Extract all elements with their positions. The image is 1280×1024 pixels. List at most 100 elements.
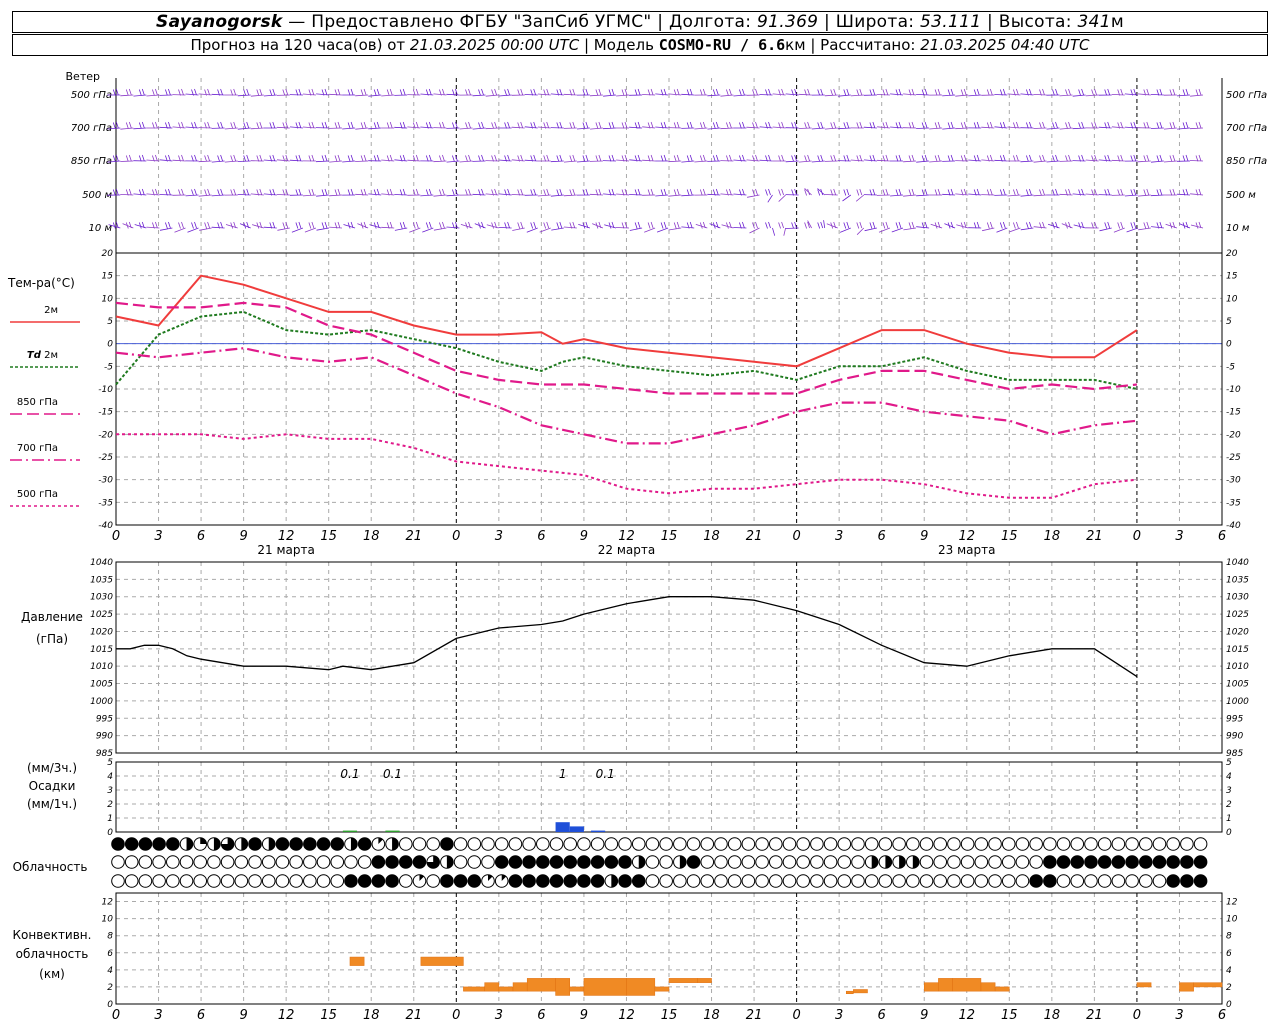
wind-barb bbox=[211, 154, 225, 163]
temp-xtick: 21 bbox=[746, 529, 763, 544]
cloud-cell bbox=[371, 837, 386, 851]
wind-barb bbox=[224, 188, 238, 196]
cloud-cell bbox=[892, 874, 906, 888]
wind-barb bbox=[368, 188, 382, 196]
wind-level-right: 500 гПа bbox=[1226, 90, 1267, 101]
cloud-cell bbox=[522, 837, 536, 851]
cloud-cell bbox=[344, 874, 358, 888]
wind-barb bbox=[863, 154, 877, 162]
wind-barb bbox=[1046, 121, 1060, 130]
wind-barb bbox=[576, 154, 590, 163]
wind-barb bbox=[474, 221, 486, 229]
temp-ytick-right: -30 bbox=[1226, 476, 1241, 486]
wind-barb bbox=[172, 121, 186, 129]
wind-barb bbox=[199, 221, 212, 231]
wind-barb bbox=[589, 188, 603, 196]
wind-barb bbox=[944, 221, 956, 229]
cloud-cell bbox=[166, 855, 180, 869]
cloud-cell bbox=[645, 874, 660, 888]
wind-barb bbox=[120, 88, 134, 97]
conv-cloud-bar bbox=[583, 978, 627, 996]
model-name: COSMO-RU / 6.6 bbox=[658, 36, 786, 54]
wind-barb bbox=[211, 121, 225, 129]
wind-barb bbox=[955, 88, 969, 97]
wind-barb bbox=[420, 154, 434, 162]
wind-barb bbox=[512, 221, 525, 231]
wind-barb bbox=[185, 88, 199, 96]
cloud-cell bbox=[481, 855, 495, 869]
wind-barb bbox=[211, 88, 225, 96]
temp-ytick-right: -20 bbox=[1226, 430, 1241, 440]
temp-ytick-right: 0 bbox=[1226, 340, 1232, 350]
conv-frame bbox=[115, 892, 1223, 1005]
cloud-cell bbox=[837, 874, 852, 888]
wind-barb bbox=[369, 221, 382, 229]
temp-xtick: 6 bbox=[197, 529, 205, 544]
temp-xtick: 0 bbox=[1133, 529, 1141, 544]
cloud-cell bbox=[1097, 837, 1112, 851]
cloud-cell bbox=[974, 837, 989, 851]
cloud-cell bbox=[906, 874, 920, 888]
wind-barb bbox=[563, 221, 577, 229]
press-ytick-left: 1035 bbox=[90, 575, 113, 585]
wind-barb bbox=[968, 88, 982, 97]
header-sep: | bbox=[651, 12, 669, 32]
wind-barb bbox=[785, 221, 799, 229]
cloud-cell bbox=[385, 837, 399, 851]
wind-barb bbox=[1047, 221, 1060, 229]
temp-xtick: 3 bbox=[154, 529, 162, 544]
conv-xtick: 3 bbox=[495, 1008, 503, 1023]
wind-barb bbox=[420, 121, 434, 129]
wind-barb bbox=[804, 188, 812, 196]
wind-barb bbox=[381, 88, 395, 97]
wind-barb bbox=[759, 154, 773, 162]
wind-barb bbox=[942, 154, 956, 162]
wind-barb bbox=[355, 88, 369, 97]
wind-barb bbox=[120, 154, 134, 162]
wind-barb bbox=[956, 221, 969, 229]
cloud-cell bbox=[673, 855, 687, 869]
press-frame bbox=[115, 561, 1223, 754]
wind-barb bbox=[968, 188, 982, 196]
temp-xtick: 9 bbox=[920, 529, 928, 544]
wind-barb bbox=[563, 188, 577, 197]
conv-xtick: 12 bbox=[618, 1008, 635, 1023]
wind-barb bbox=[720, 188, 734, 196]
temp-ytick-right: -5 bbox=[1226, 362, 1235, 372]
wind-barb bbox=[656, 221, 669, 233]
wind-barb bbox=[602, 121, 617, 130]
conv-ytick-left: 4 bbox=[107, 966, 113, 976]
cloud-cell bbox=[933, 874, 948, 888]
cloud-cell bbox=[1111, 874, 1126, 888]
cloud-cell bbox=[960, 855, 975, 869]
press-ytick-right: 990 bbox=[1226, 732, 1243, 742]
cloud-cell bbox=[768, 855, 783, 869]
cloud-cell bbox=[207, 837, 221, 851]
wind-barb bbox=[837, 154, 851, 162]
cloud-cell bbox=[357, 837, 372, 851]
cloud-cell bbox=[988, 837, 1002, 851]
cloud-cell bbox=[193, 874, 208, 888]
wind-barb bbox=[277, 221, 290, 231]
cloud-cell-fill bbox=[186, 837, 193, 851]
wind-barb bbox=[1138, 221, 1151, 231]
temp-ytick-left: -20 bbox=[98, 430, 113, 440]
wind-barb bbox=[1124, 154, 1138, 162]
wind-barb bbox=[1059, 154, 1073, 162]
wind-barb bbox=[1073, 221, 1086, 229]
precipitation-panel: 5 5 4 4 3 3 2 2 1 1 0 0 0.1 0.1 1 0.1 (мм/3ч.) Осадки (мм/… bbox=[27, 758, 1232, 838]
cloud-cell bbox=[1084, 874, 1098, 888]
conv-xtick: 0 bbox=[452, 1008, 460, 1023]
temp-xtick: 3 bbox=[1175, 529, 1183, 544]
legend-text: 850 гПа bbox=[17, 397, 58, 408]
cloud-cell-fill bbox=[213, 837, 221, 851]
cloud-cell bbox=[577, 837, 591, 851]
temp-xtick: 6 bbox=[537, 529, 545, 544]
conv-xtick: 21 bbox=[1086, 1008, 1103, 1023]
wind-barb bbox=[422, 221, 434, 233]
wind-barb bbox=[655, 88, 669, 96]
wind-level-left: 700 гПа bbox=[71, 123, 112, 134]
wind-barb bbox=[759, 88, 773, 96]
cloud-cell bbox=[960, 837, 975, 851]
conv-xtick: 3 bbox=[154, 1008, 162, 1023]
